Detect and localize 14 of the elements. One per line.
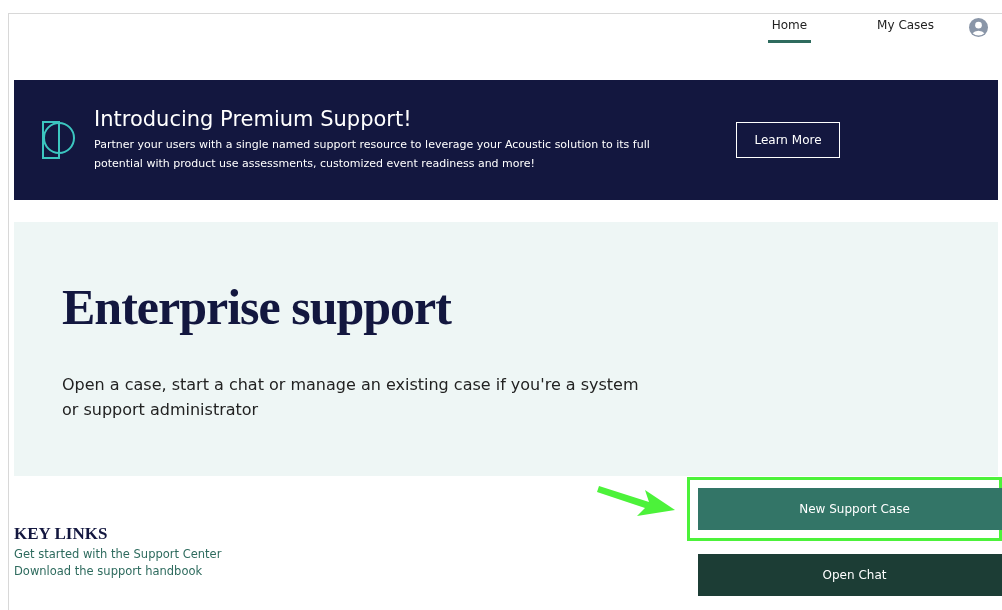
nav-tab[interactable]: My Cases: [873, 14, 938, 43]
action-button[interactable]: New Support Case: [698, 488, 1002, 530]
key-link[interactable]: Download the support handbook: [14, 564, 222, 578]
key-links-title: KEY LINKS: [14, 524, 109, 544]
banner-text: Partner your users with a single named support resource to leverage your Acoustic solution to its full potential with product use assessments, customized event readiness and more!: [94, 137, 651, 172]
hero-title: Enterprise support: [62, 278, 453, 336]
hero-text: Open a case, start a chat or manage an existing case if you're a system or support administrator: [62, 374, 640, 421]
learn-more-button[interactable]: Learn More: [736, 122, 840, 158]
action-button[interactable]: Open Chat: [698, 554, 1002, 596]
avatar-icon[interactable]: [969, 18, 988, 37]
key-link[interactable]: Get started with the Support Center: [14, 547, 222, 561]
banner-title: Introducing Premium Support!: [94, 107, 413, 131]
nav-tab[interactable]: Home: [767, 14, 812, 43]
logo-icon: [42, 118, 76, 162]
